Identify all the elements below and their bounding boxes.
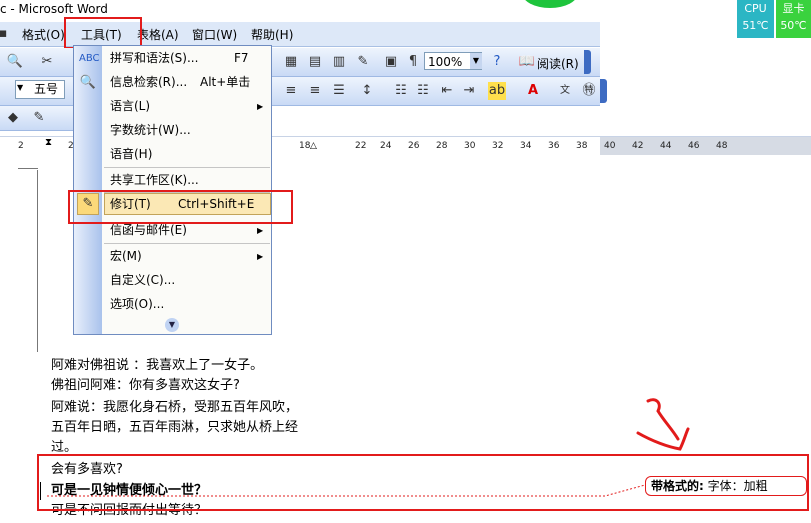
ruler-tick: 46	[688, 141, 700, 151]
bullets-icon[interactable]: ☷	[414, 82, 432, 100]
gpu-monitor: 显卡 50℃	[776, 0, 811, 38]
menu-item-language[interactable]: 语言(L)	[110, 95, 150, 117]
highlight-icon[interactable]: ab	[488, 82, 506, 100]
menu-item-word-count[interactable]: 字数统计(W)...	[110, 119, 191, 141]
drawing-toolbar: ◆ ✎	[0, 106, 75, 131]
ruler-tick: 2	[18, 141, 24, 151]
margin-corner	[18, 168, 38, 169]
ruler-tick: 38	[576, 141, 588, 151]
line-spacing-icon[interactable]: ↕	[358, 82, 376, 100]
menu-help[interactable]: 帮助(H)	[251, 26, 293, 43]
menu-item-shared-workspace[interactable]: 共享工作区(K)...	[110, 169, 199, 191]
gpu-temp: 50℃	[780, 19, 807, 32]
cpu-temp: 51℃	[742, 19, 769, 32]
spelling-icon: ABC	[79, 53, 100, 64]
help-icon[interactable]: ?	[488, 53, 506, 71]
research-icon[interactable]: 🔍	[6, 53, 24, 71]
ruler-tick: 40	[604, 141, 616, 151]
menu-separator	[104, 243, 270, 244]
menu-format[interactable]: 格式(O)	[22, 26, 65, 43]
menu-item-macro[interactable]: 宏(M)	[110, 245, 142, 267]
ruler-tick: 42	[632, 141, 644, 151]
margin-line	[37, 170, 38, 352]
chevron-down-icon[interactable]: ▼	[17, 83, 23, 92]
line-color-icon[interactable]: ✎	[30, 109, 48, 127]
accel-research: Alt+单击	[200, 75, 251, 89]
ruler-tick: 26	[408, 141, 420, 151]
ruler-tick: 48	[716, 141, 728, 151]
columns-icon[interactable]: ▤	[306, 53, 324, 71]
phonetic-guide-icon[interactable]: 文	[556, 82, 574, 100]
ruler-tick: 28	[436, 141, 448, 151]
ruler-tick: 30	[464, 141, 476, 151]
toolbar-grip[interactable]	[584, 50, 591, 74]
ruler-tick: 32	[492, 141, 504, 151]
table-icon[interactable]: ▦	[282, 53, 300, 71]
show-marks-icon[interactable]: ¶	[404, 53, 422, 71]
accel-spelling: F7	[234, 51, 249, 65]
ruler-tick: 24	[380, 141, 392, 151]
gpu-label: 显卡	[782, 2, 805, 15]
doc-line[interactable]: 阿难说：我愿化身石桥，受那五百年风吹，	[51, 398, 298, 417]
read-button[interactable]: 阅读(R)	[537, 55, 579, 72]
fill-icon[interactable]: ◆	[4, 109, 22, 127]
menu-item-options[interactable]: 选项(O)...	[110, 293, 164, 315]
chart-icon[interactable]: ▥	[330, 53, 348, 71]
cpu-monitor: CPU 51℃	[737, 0, 774, 38]
research-icon: 🔍	[79, 75, 97, 90]
align-center-icon[interactable]: ≡	[282, 82, 300, 100]
align-right-icon[interactable]: ≡	[306, 82, 324, 100]
drawing-icon[interactable]: ✎	[354, 53, 372, 71]
ruler-tick: 22	[355, 141, 367, 151]
menu-item-spelling[interactable]: 拼写和语法(S)...	[110, 47, 198, 69]
toolbar-grip[interactable]	[600, 79, 607, 103]
expand-menu-icon[interactable]: ▼	[165, 318, 179, 332]
doc-line[interactable]: 五百年日晒，五百年雨淋，只求她从桥上经	[51, 418, 298, 437]
annotation-box-revision	[68, 190, 293, 224]
justify-icon[interactable]: ☰	[330, 82, 348, 100]
ruler-tick: 44	[660, 141, 672, 151]
right-indent-icon[interactable]: △	[310, 141, 317, 151]
menu-item-speech[interactable]: 语音(H)	[110, 143, 152, 165]
font-color-icon[interactable]: A	[524, 82, 542, 100]
menu-table[interactable]: 表格(A)	[137, 26, 179, 43]
document-map-icon[interactable]: ▣	[382, 53, 400, 71]
cut-icon[interactable]: ✂	[38, 53, 56, 71]
read-icon[interactable]: 📖	[518, 53, 536, 71]
hand-drawn-arrow-icon	[636, 398, 690, 451]
cpu-label: CPU	[744, 2, 767, 15]
submenu-arrow-icon: ▶	[257, 102, 264, 111]
enclose-char-icon[interactable]: ㊕	[580, 82, 598, 100]
increase-indent-icon[interactable]: ⇥	[460, 82, 478, 100]
menu-separator	[104, 167, 270, 168]
chevron-down-icon[interactable]: ▼	[470, 53, 482, 69]
menu-icon[interactable]: ▪	[0, 25, 12, 43]
indent-marker-icon[interactable]: ⧗	[45, 137, 52, 148]
ruler-tick: 34	[520, 141, 532, 151]
menu-item-research[interactable]: 信息检索(R)...	[110, 71, 187, 93]
menu-window[interactable]: 窗口(W)	[192, 26, 237, 43]
doc-line[interactable]: 佛祖问阿难：你有多喜欢这女子?	[51, 376, 240, 395]
menu-item-customize[interactable]: 自定义(C)...	[110, 269, 175, 291]
submenu-arrow-icon: ▶	[257, 226, 264, 235]
doc-line[interactable]: 阿难对佛祖说 ：我喜欢上了一女子。	[51, 356, 263, 375]
numbering-icon[interactable]: ☷	[392, 82, 410, 100]
decrease-indent-icon[interactable]: ⇤	[438, 82, 456, 100]
window-title: c - Microsoft Word	[0, 2, 108, 16]
ruler-tick: 36	[548, 141, 560, 151]
annotation-box-bottom	[37, 454, 809, 511]
submenu-arrow-icon: ▶	[257, 252, 264, 261]
ruler-tick: 18	[299, 141, 311, 151]
